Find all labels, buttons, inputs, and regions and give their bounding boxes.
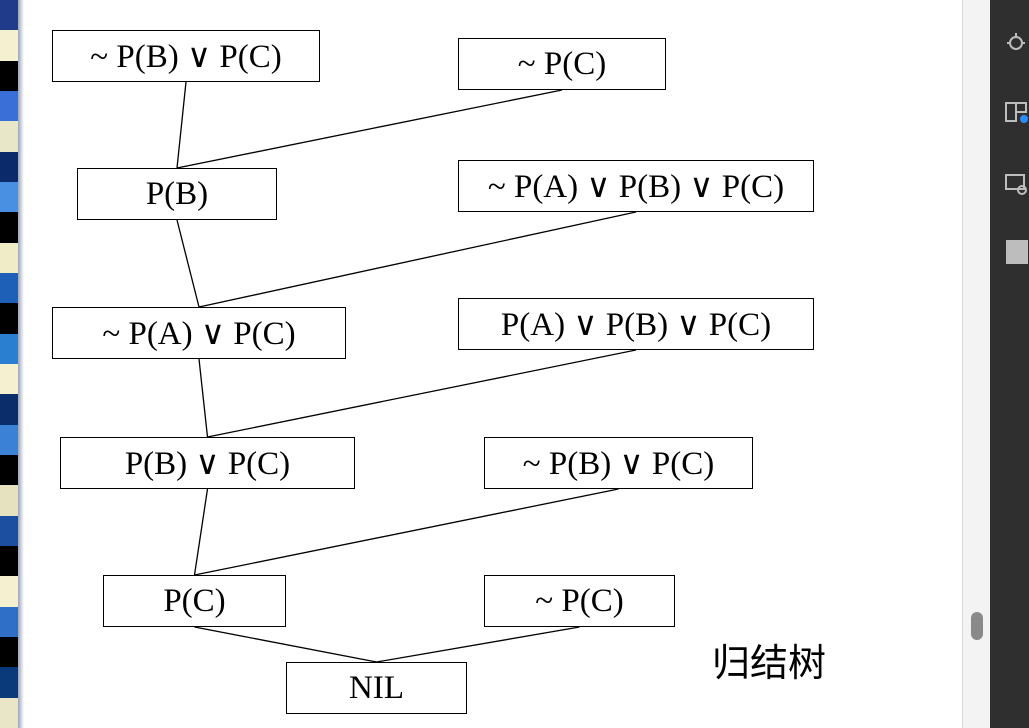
- tree-edge: [376, 626, 580, 663]
- tree-edge: [193, 488, 209, 576]
- node-label: ~ P(A) ∨ P(B) ∨ P(C): [487, 169, 785, 205]
- node-clause-10: ~ P(C): [484, 575, 675, 627]
- node-label: ~ P(B) ∨ P(C): [90, 39, 282, 75]
- tree-edge: [194, 626, 377, 663]
- layers-icon[interactable]: [1004, 100, 1028, 124]
- node-clause-5: ~ P(A) ∨ P(C): [52, 307, 346, 359]
- node-nil: NIL: [286, 662, 467, 714]
- node-clause-6: P(A) ∨ P(B) ∨ P(C): [458, 298, 814, 350]
- tree-edge: [198, 211, 637, 308]
- node-clause-7: P(B) ∨ P(C): [60, 437, 355, 489]
- node-clause-3: P(B): [77, 168, 277, 220]
- node-label: ~ P(B) ∨ P(C): [522, 446, 715, 482]
- node-clause-1: ~ P(B) ∨ P(C): [52, 30, 320, 82]
- square-icon[interactable]: [1004, 240, 1028, 264]
- tree-edge: [176, 81, 187, 169]
- scrollbar-thumb[interactable]: [971, 612, 983, 640]
- node-clause-4: ~ P(A) ∨ P(B) ∨ P(C): [458, 160, 814, 212]
- node-label: ~ P(A) ∨ P(C): [102, 316, 296, 352]
- screen-search-icon[interactable]: [1004, 172, 1028, 196]
- bug-icon[interactable]: [1004, 30, 1028, 54]
- node-label: ~ P(C): [517, 45, 607, 82]
- tree-edge: [176, 89, 563, 169]
- node-label: P(A) ∨ P(B) ∨ P(C): [500, 307, 772, 343]
- node-clause-2: ~ P(C): [458, 38, 666, 90]
- node-label: P(B) ∨ P(C): [124, 446, 291, 482]
- tree-edge: [176, 219, 200, 308]
- node-clause-9: P(C): [103, 575, 286, 627]
- tree-edge: [194, 488, 619, 576]
- tree-edge: [207, 349, 637, 438]
- node-label: ~ P(C): [535, 582, 624, 619]
- node-label: NIL: [349, 669, 404, 706]
- node-clause-8: ~ P(B) ∨ P(C): [484, 437, 753, 489]
- node-label: P(B): [145, 175, 209, 212]
- tree-edge: [198, 358, 209, 438]
- node-label: P(C): [163, 582, 226, 619]
- diagram-caption: 归结树: [712, 641, 827, 685]
